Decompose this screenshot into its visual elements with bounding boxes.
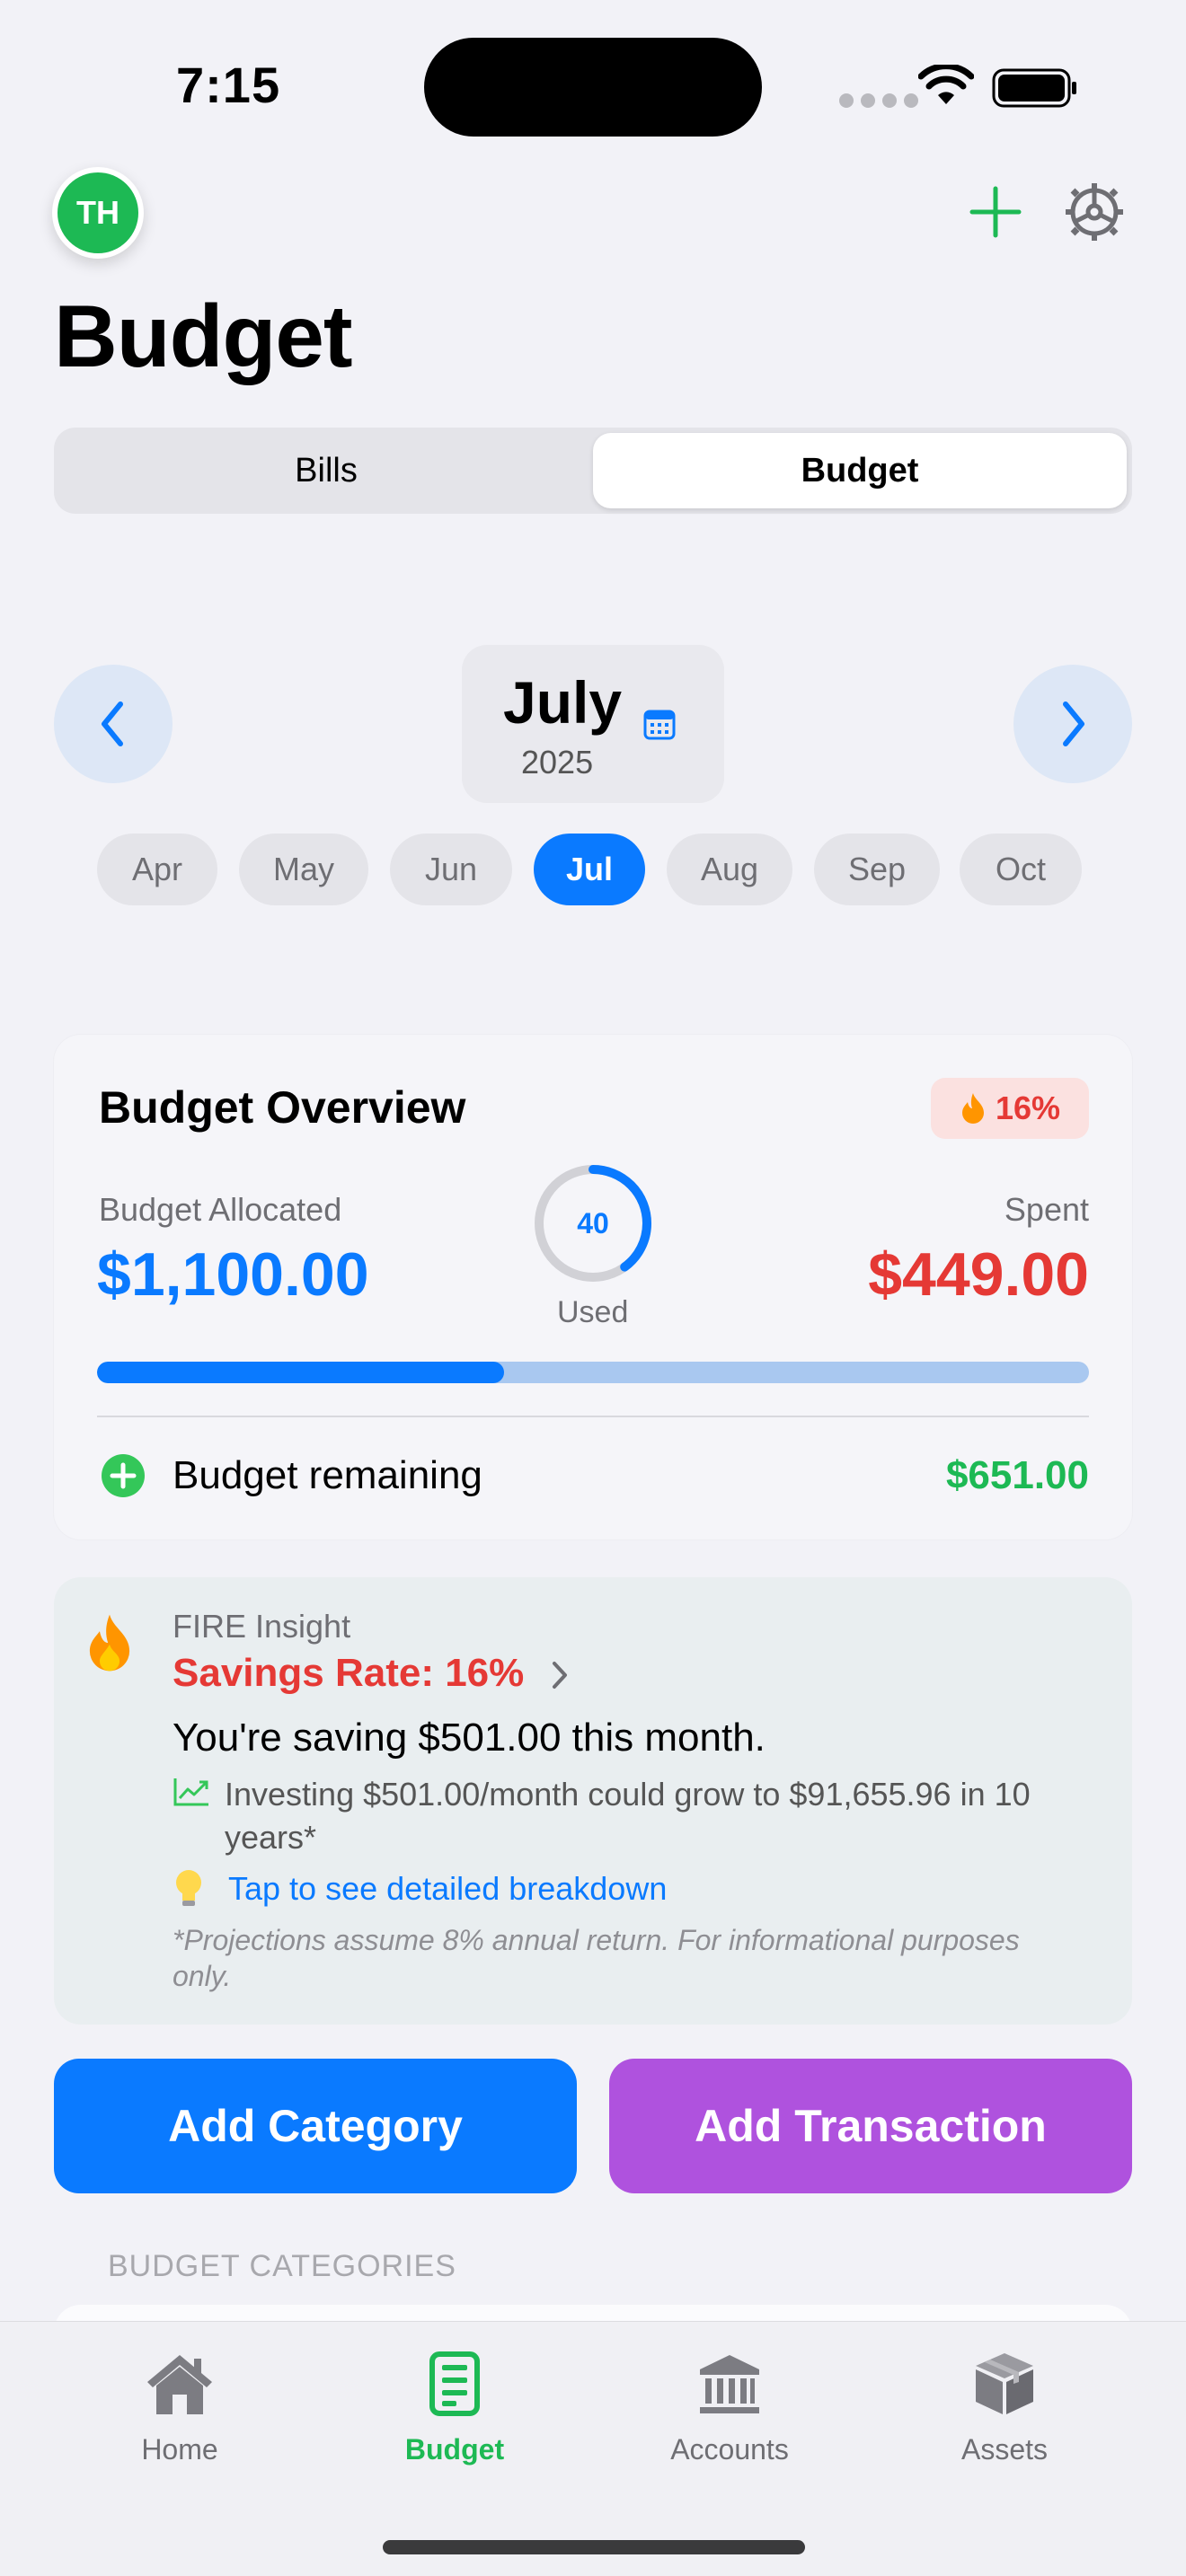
calendar-icon bbox=[643, 710, 676, 740]
month-name: July bbox=[503, 669, 623, 736]
segment-budget[interactable]: Budget bbox=[593, 433, 1127, 508]
battery-icon bbox=[992, 68, 1076, 108]
used-percent: 40 bbox=[577, 1206, 609, 1239]
investing-projection: Investing $501.00/month could grow to $9… bbox=[225, 1776, 1031, 1856]
tab-budget[interactable]: Budget bbox=[347, 2345, 562, 2480]
home-indicator bbox=[383, 2540, 805, 2554]
divider bbox=[97, 1416, 1089, 1417]
box-icon bbox=[976, 2353, 1033, 2414]
lightbulb-icon bbox=[176, 1870, 201, 1906]
add-transaction-button[interactable]: Add Transaction bbox=[609, 2059, 1132, 2193]
home-icon bbox=[147, 2355, 212, 2414]
month-pill-apr[interactable]: Apr bbox=[97, 834, 217, 905]
spent-value: $449.00 bbox=[868, 1240, 1089, 1309]
saving-summary: You're saving $501.00 this month. bbox=[173, 1716, 766, 1760]
remaining-value: $651.00 bbox=[945, 1453, 1089, 1497]
month-year: 2025 bbox=[521, 744, 594, 781]
used-label: Used bbox=[557, 1295, 629, 1329]
status-time: 7:15 bbox=[176, 57, 281, 113]
month-picker-button[interactable]: July 2025 bbox=[462, 645, 724, 803]
month-pill-jul[interactable]: Jul bbox=[534, 834, 645, 905]
next-month-button[interactable] bbox=[1013, 665, 1132, 783]
tab-label: Home bbox=[141, 2433, 218, 2466]
tab-label: Budget bbox=[404, 2433, 505, 2466]
badge-percent: 16% bbox=[995, 1090, 1061, 1126]
month-selector: Apr May Jun Jul Aug Sep Oct bbox=[0, 834, 1186, 905]
remaining-label: Budget remaining bbox=[173, 1453, 482, 1497]
month-pill-jun[interactable]: Jun bbox=[390, 834, 512, 905]
chevron-left-icon bbox=[102, 701, 123, 746]
flame-icon bbox=[89, 1614, 130, 1672]
fire-insight-card[interactable]: FIRE Insight Savings Rate: 16% You're sa… bbox=[54, 1577, 1132, 2025]
used-progress-ring: 40 bbox=[532, 1162, 654, 1284]
add-category-button[interactable]: Add Category bbox=[54, 2059, 577, 2193]
tab-home[interactable]: Home bbox=[72, 2345, 288, 2480]
previous-month-button[interactable] bbox=[54, 665, 173, 783]
month-pill-may[interactable]: May bbox=[239, 834, 368, 905]
tab-assets[interactable]: Assets bbox=[897, 2345, 1112, 2480]
status-bar: 7:15 bbox=[0, 0, 1186, 153]
allocated-value: $1,100.00 bbox=[97, 1240, 369, 1309]
wifi-icon bbox=[918, 65, 974, 104]
page-title: Budget bbox=[54, 287, 352, 385]
detailed-breakdown-link[interactable]: Tap to see detailed breakdown bbox=[228, 1870, 667, 1908]
cellular-signal-icon bbox=[839, 93, 918, 108]
tab-label: Assets bbox=[960, 2433, 1049, 2466]
budget-overview-card: Budget Overview 16% Budget Allocated $1,… bbox=[54, 1035, 1132, 1539]
budget-progress-bar bbox=[97, 1362, 1089, 1383]
tab-label: Accounts bbox=[670, 2433, 789, 2466]
bills-budget-segmented-control: Bills Budget bbox=[54, 428, 1132, 514]
tab-bar: Home Budget Accounts Assets bbox=[0, 2321, 1186, 2576]
flame-icon bbox=[961, 1093, 984, 1124]
savings-rate: Savings Rate: 16% bbox=[173, 1651, 525, 1695]
chevron-right-icon bbox=[1063, 701, 1084, 746]
allocated-label: Budget Allocated bbox=[99, 1191, 342, 1228]
month-pill-aug[interactable]: Aug bbox=[667, 834, 792, 905]
savings-rate-badge: 16% bbox=[931, 1078, 1089, 1139]
gear-icon[interactable] bbox=[1062, 180, 1127, 244]
projection-disclaimer: *Projections assume 8% annual return. Fo… bbox=[173, 1924, 1020, 1992]
bank-icon bbox=[700, 2355, 759, 2413]
month-pill-oct[interactable]: Oct bbox=[960, 834, 1082, 905]
budget-progress-fill bbox=[97, 1362, 504, 1383]
tab-accounts[interactable]: Accounts bbox=[622, 2345, 837, 2480]
dynamic-island bbox=[424, 38, 762, 137]
avatar[interactable]: TH bbox=[52, 167, 144, 259]
add-icon[interactable] bbox=[967, 183, 1024, 241]
chevron-right-icon bbox=[553, 1662, 567, 1689]
overview-title: Budget Overview bbox=[99, 1082, 466, 1133]
budget-categories-header: BUDGET CATEGORIES bbox=[108, 2249, 456, 2283]
month-pill-sep[interactable]: Sep bbox=[814, 834, 940, 905]
trend-up-icon bbox=[173, 1778, 208, 1806]
plus-circle-icon bbox=[102, 1454, 145, 1497]
spent-label: Spent bbox=[1004, 1191, 1089, 1228]
fire-kicker: FIRE Insight bbox=[173, 1608, 351, 1645]
segment-bills[interactable]: Bills bbox=[59, 433, 593, 508]
budget-icon bbox=[429, 2351, 480, 2416]
